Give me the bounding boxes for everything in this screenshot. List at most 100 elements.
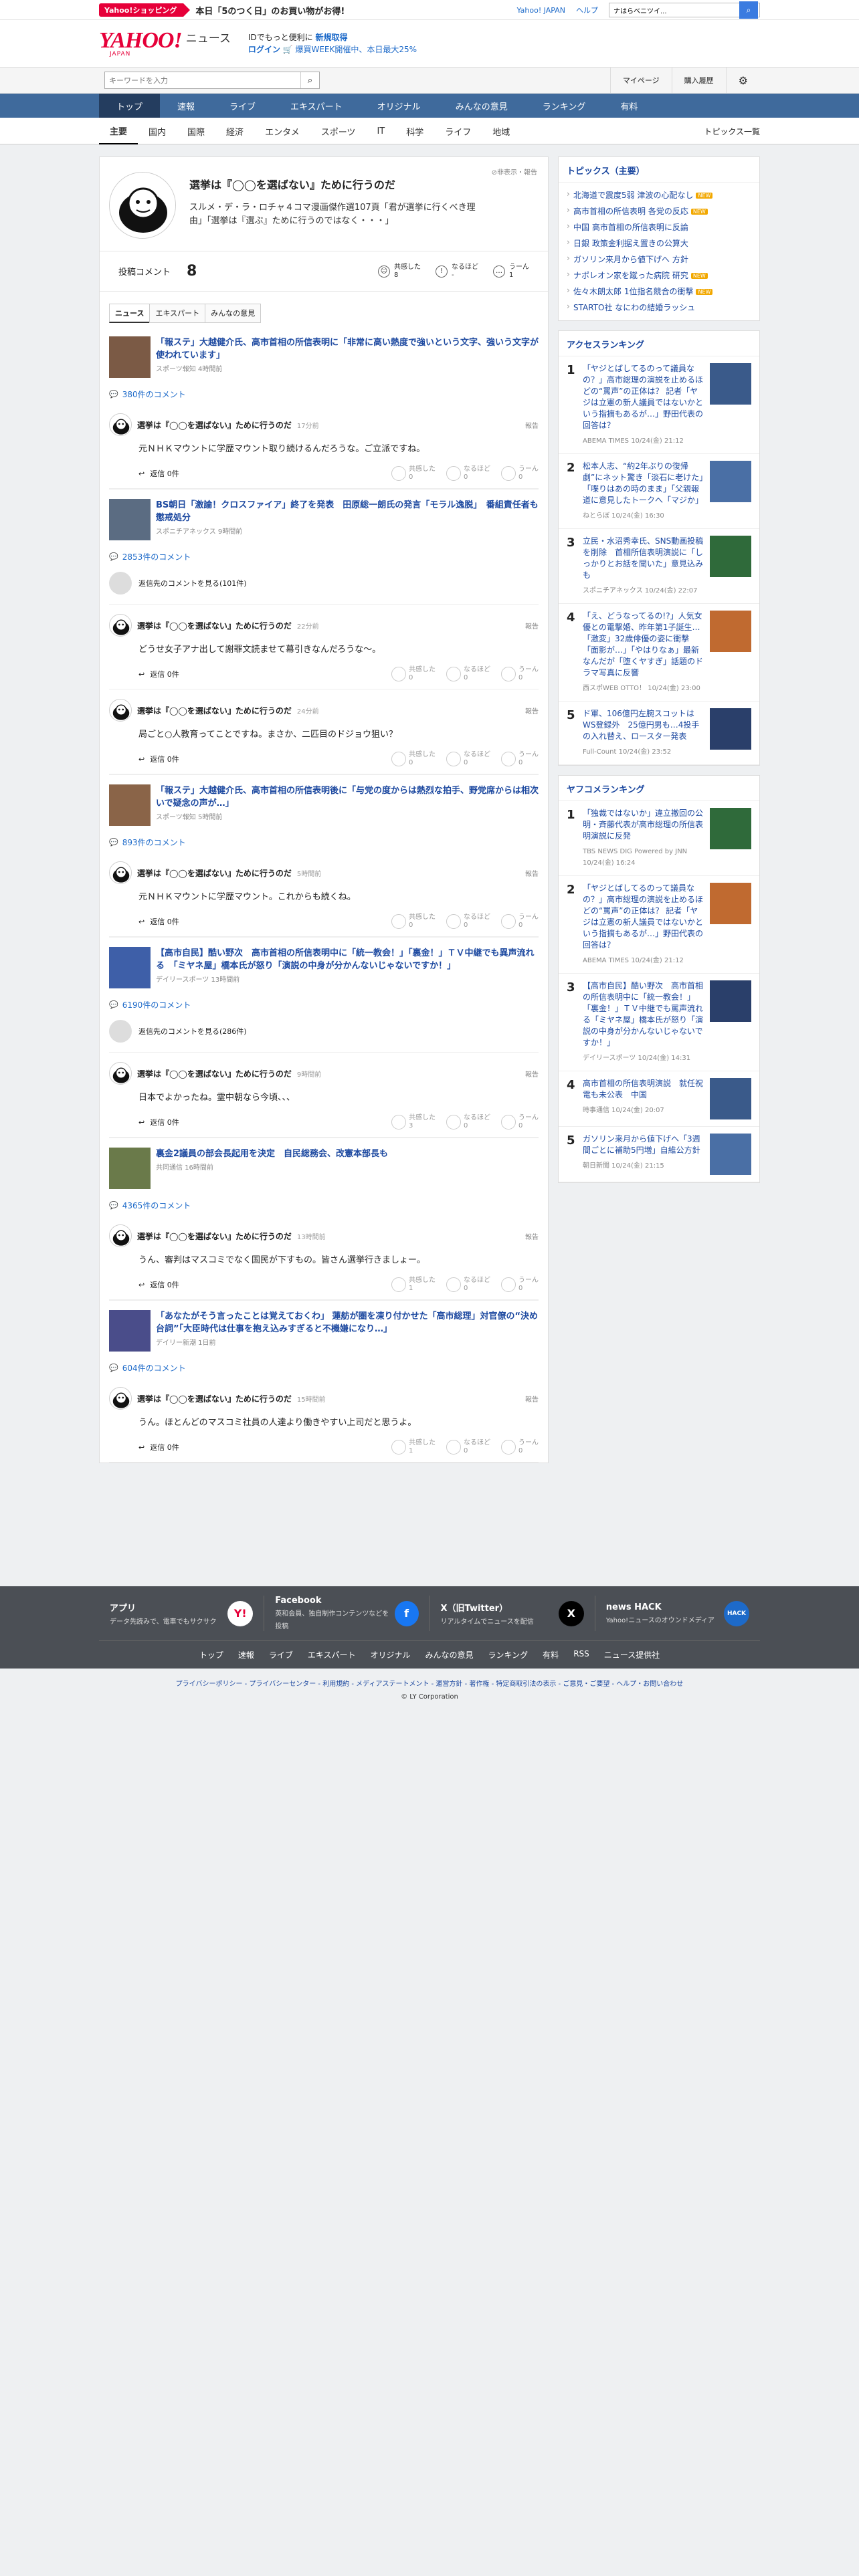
hide-report-link[interactable]: ⊘非表示・報告 (492, 167, 537, 177)
yahoo-logo[interactable]: YAHOO! JAPAN (99, 29, 183, 58)
topic-title[interactable]: 佐々木朗太郎 1位指名競合の衝撃 (573, 287, 693, 296)
topic-item[interactable]: ナポレオン家を蹴った病院 研究NEW (559, 267, 759, 283)
footer-link[interactable]: エキスパート (308, 1649, 356, 1660)
news-search-input[interactable] (105, 72, 300, 88)
access-rank-item[interactable]: 2 松本人志、“約2年ぶりの復帰劇”にネット驚き「淡石に老けた」「喋りはあの時のま… (559, 454, 759, 529)
report-link[interactable]: 報告 (525, 868, 539, 878)
reply-button[interactable]: ↩ 返信 0件 (138, 1279, 179, 1290)
article-comment-count[interactable]: 💬 2853件のコメント (109, 546, 539, 566)
reply-count[interactable]: 返信 0件 (150, 1279, 179, 1290)
see-parent-comment[interactable]: 返信先のコメントを見る(286件) (109, 1014, 539, 1053)
access-rank-item[interactable]: 5 ド軍、106億円左腕スコットはWS登録外 25億円男も…4投手の入れ替え、ロー… (559, 702, 759, 765)
commenter-avatar[interactable] (109, 1387, 132, 1410)
footer-link[interactable]: ランキング (488, 1649, 529, 1660)
reaction-empathy-button[interactable]: 共感した 3 (391, 1114, 436, 1130)
article-title[interactable]: 「報ステ」大越健介氏、高市首相の所信表明後に「与党の度からは熱烈な拍手、野党席か… (156, 784, 539, 810)
reply-button[interactable]: ↩ 返信 0件 (138, 754, 179, 764)
commenter-avatar[interactable] (109, 1224, 132, 1247)
reaction-empathy-button[interactable]: 共感した 1 (391, 1439, 436, 1455)
rank-title[interactable]: 「え、どうなってるの!?」人気女優との電撃婚、昨年第1子誕生…「激変」32歳俳優… (583, 611, 704, 679)
commenter-name[interactable]: 選挙は『◯◯を選ばない』ために行うのだ (137, 1230, 292, 1242)
topic-title[interactable]: ガソリン来月から値下げへ 方針 (573, 255, 688, 264)
rank-title[interactable]: 【高市自民】酷い野次 高市首相の所信表明中に「統一教会！」「裏金！」ＴＶ中継でも… (583, 980, 704, 1049)
see-parent-comment[interactable]: 返信先のコメントを見る(101件) (109, 566, 539, 605)
reaction-empathy-button[interactable]: 共感した 0 (391, 751, 436, 767)
footer-app-title[interactable]: アプリ (110, 1601, 217, 1614)
legal-links[interactable]: プライバシーポリシー - プライバシーセンター - 利用規約 - メディアステー… (0, 1669, 859, 1691)
reaction-insight-button[interactable]: なるほど 0 (446, 1439, 490, 1455)
yahoo-rank-item[interactable]: 3 【高市自民】酷い野次 高市首相の所信表明中に「統一教会！」「裏金！」ＴＶ中継で… (559, 974, 759, 1071)
commenter-name[interactable]: 選挙は『◯◯を選ばない』ために行うのだ (137, 1068, 292, 1079)
tab-news[interactable]: ニュース (109, 304, 151, 323)
commenter-avatar[interactable] (109, 699, 132, 722)
comment-count-text[interactable]: 2853件のコメント (122, 551, 191, 562)
report-link[interactable]: 報告 (525, 706, 539, 716)
nav-top[interactable]: トップ (99, 94, 161, 118)
web-search-button[interactable]: ⌕ (739, 1, 758, 19)
cat-domestic[interactable]: 国内 (138, 118, 177, 144)
reaction-insight-button[interactable]: なるほど 0 (446, 666, 490, 682)
article-comment-count[interactable]: 💬 380件のコメント (109, 383, 539, 404)
yahoo-rank-item[interactable]: 1 「独裁ではないか」違立撤回の公明・斉藤代表が高市総理の所信表明演説に反発 TBS… (559, 801, 759, 876)
comment-count-text[interactable]: 604件のコメント (122, 1362, 186, 1374)
article-comment-count[interactable]: 💬 893件のコメント (109, 831, 539, 852)
article-title[interactable]: 裏金2議員の部会長起用を決定 自民総務会、改憲本部長も (156, 1148, 388, 1160)
commenter-name[interactable]: 選挙は『◯◯を選ばない』ために行うのだ (137, 1393, 292, 1404)
topic-item[interactable]: STARTO社 なにわの結婚ラッシュ (559, 299, 759, 315)
footer-link[interactable]: 有料 (543, 1649, 559, 1660)
news-service-name[interactable]: ニュース (186, 29, 231, 45)
topics-title[interactable]: トピックス（主要） (559, 157, 759, 183)
article-link[interactable]: 「報ステ」大越健介氏、高市首相の所信表明後に「与党の度からは熱烈な拍手、野党席か… (109, 774, 539, 831)
article-title[interactable]: 「あなたがそう言ったことは覚えておくわ」 蓮舫が圏を凍り付かせた「高市総理」対官… (156, 1310, 539, 1335)
rank-title[interactable]: 高市首相の所信表明演説 就任祝電も未公表 中国 (583, 1078, 704, 1101)
reply-count[interactable]: 返信 0件 (150, 468, 179, 479)
rank-title[interactable]: 松本人志、“約2年ぶりの復帰劇”にネット驚き「淡石に老けた」「喋りはあの時のまま… (583, 461, 704, 506)
nav-breaking[interactable]: 速報 (160, 94, 212, 118)
article-comment-count[interactable]: 💬 604件のコメント (109, 1357, 539, 1378)
topic-item[interactable]: 日銀 政策金利据え置きの公算大 (559, 235, 759, 251)
see-parent-label[interactable]: 返信先のコメントを見る(101件) (138, 578, 247, 588)
purchase-history-link[interactable]: 購入履歴 (671, 68, 726, 93)
reaction-insight-button[interactable]: なるほど 0 (446, 1277, 490, 1293)
access-rank-item[interactable]: 3 立民・水沼秀幸氏、SNS動画投稿を削除 首相所信表明演説に「しっかりとお話を聞… (559, 529, 759, 604)
article-comment-count[interactable]: 💬 4365件のコメント (109, 1194, 539, 1215)
rank-title[interactable]: 「ヤジとばしてるのって議員なの？」高市総理の演説を止めるほどの“罵声”の正体は？… (583, 363, 704, 431)
commenter-name[interactable]: 選挙は『◯◯を選ばない』ために行うのだ (137, 419, 292, 431)
topic-title[interactable]: 中国 高市首相の所信表明に反論 (573, 223, 688, 232)
comment-count-text[interactable]: 4365件のコメント (122, 1200, 191, 1211)
access-rank-item[interactable]: 4 「え、どうなってるの!?」人気女優との電撃婚、昨年第1子誕生…「激変」32歳俳… (559, 604, 759, 702)
web-search-input[interactable] (609, 3, 739, 17)
cat-world[interactable]: 国際 (177, 118, 215, 144)
reply-count[interactable]: 返信 0件 (150, 1117, 179, 1128)
footer-app-2[interactable]: X（旧Twitter） リアルタイムでニュースを配信 X (430, 1596, 595, 1631)
footer-link[interactable]: トップ (199, 1649, 223, 1660)
article-link[interactable]: 【高市自民】酷い野次 高市首相の所信表明中に「統一教会！」「裏金！」ＴＶ中継でも… (109, 937, 539, 994)
reply-count[interactable]: 返信 0件 (150, 669, 179, 679)
topic-item[interactable]: 高市首相の所信表明 各党の反応NEW (559, 203, 759, 219)
topic-title[interactable]: STARTO社 なにわの結婚ラッシュ (573, 303, 695, 312)
reply-count[interactable]: 返信 0件 (150, 1442, 179, 1453)
cat-it[interactable]: IT (366, 118, 395, 144)
reaction-hmm-button[interactable]: うーん 0 (501, 914, 539, 930)
nav-paid[interactable]: 有料 (603, 94, 655, 118)
nav-live[interactable]: ライブ (212, 94, 273, 118)
cat-entertainment[interactable]: エンタメ (254, 118, 310, 144)
rank-title[interactable]: ド軍、106億円左腕スコットはWS登録外 25億円男も…4投手の入れ替え、ロース… (583, 708, 704, 742)
footer-app-title[interactable]: news HACK (606, 1602, 714, 1612)
reaction-empathy-button[interactable]: 共感した 0 (391, 465, 436, 481)
footer-app-0[interactable]: アプリ データ先読みで、電車でもサクサク Y! (99, 1596, 265, 1631)
comment-count-text[interactable]: 6190件のコメント (122, 999, 191, 1010)
topic-title[interactable]: 日銀 政策金利据え置きの公算大 (573, 239, 688, 248)
see-parent-label[interactable]: 返信先のコメントを見る(286件) (138, 1026, 247, 1037)
cat-science[interactable]: 科学 (395, 118, 434, 144)
cat-sports[interactable]: スポーツ (310, 118, 367, 144)
comment-count-text[interactable]: 893件のコメント (122, 837, 186, 848)
shopping-tag[interactable]: Yahoo!ショッピング (99, 3, 191, 17)
article-title[interactable]: BS朝日「激論！クロスファイア」終了を発表 田原総一朗氏の発言「モラル逸脱」 番… (156, 499, 539, 524)
reaction-empathy-button[interactable]: 共感した 0 (391, 914, 436, 930)
reaction-empathy-button[interactable]: 共感した 0 (391, 666, 436, 682)
comment-count-text[interactable]: 380件のコメント (122, 389, 186, 400)
nav-expert[interactable]: エキスパート (273, 94, 360, 118)
footer-link[interactable]: みんなの意見 (425, 1649, 474, 1660)
promo-text[interactable]: 本日「5のつく日」のお買い物がお得! (195, 4, 345, 17)
